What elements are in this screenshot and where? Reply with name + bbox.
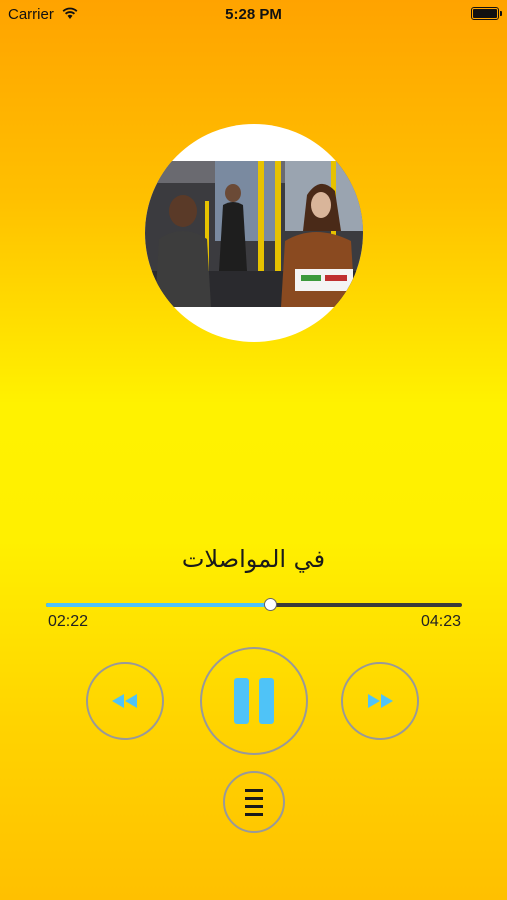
progress-fill [46,603,271,607]
pause-icon [234,678,274,724]
progress-slider[interactable] [46,598,462,611]
album-art-photo [145,161,363,307]
playlist-menu-button[interactable] [223,771,285,833]
rewind-icon [112,694,137,708]
rewind-button[interactable] [86,662,164,740]
album-art [145,124,363,342]
status-bar: Carrier 5:28 PM [0,0,507,28]
elapsed-time: 02:22 [48,613,89,630]
battery-icon [471,7,502,20]
menu-list-icon [245,789,263,816]
progress-knob[interactable] [263,598,277,611]
fast-forward-icon [368,694,393,708]
fast-forward-button[interactable] [341,662,419,740]
total-time: 04:23 [420,613,461,630]
pause-button[interactable] [200,647,308,755]
status-time: 5:28 PM [225,6,282,23]
track-title: في المواصلات [181,545,326,573]
